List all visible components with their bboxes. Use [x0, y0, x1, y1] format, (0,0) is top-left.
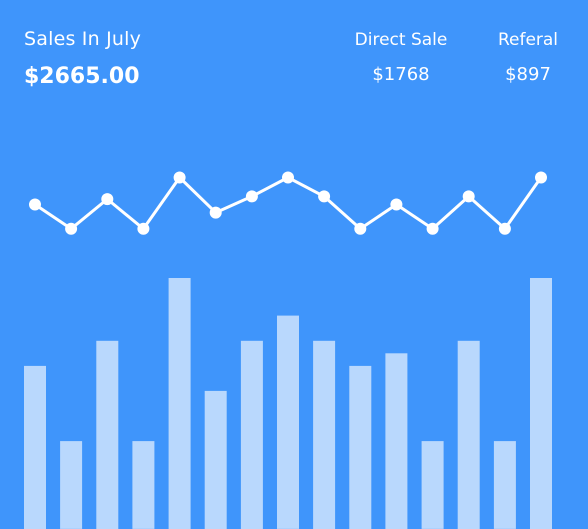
line-point-5: [173, 171, 186, 184]
line-point-7: [245, 190, 258, 203]
line-point-6: [209, 206, 222, 219]
bar-11: [385, 353, 408, 529]
line-point-1: [29, 198, 41, 211]
bar-1: [24, 365, 46, 529]
bar-7: [240, 340, 263, 529]
bar-6: [204, 390, 227, 529]
line-point-9: [318, 190, 331, 203]
bar-14: [493, 441, 516, 529]
bar-8: [277, 315, 299, 529]
line-point-3: [101, 193, 114, 206]
bar-2: [60, 441, 83, 529]
line-point-11: [390, 198, 403, 211]
line-point-8: [282, 171, 294, 184]
bar-5: [168, 278, 191, 529]
line-point-4: [137, 222, 150, 235]
bar-12: [421, 441, 444, 529]
line-point-14: [498, 222, 511, 235]
line-point-15: [535, 171, 547, 184]
line-point-2: [65, 222, 78, 235]
bar-10: [349, 365, 372, 529]
sales-card: Sales In July $2665.00 Direct Sale $1768…: [0, 0, 588, 529]
bar-4: [132, 441, 155, 529]
bar-15: [530, 278, 552, 529]
line-point-12: [426, 222, 439, 235]
line-point-10: [354, 222, 367, 235]
line-point-13: [462, 190, 475, 203]
sales-chart: [24, 171, 552, 529]
bar-9: [313, 340, 336, 529]
bar-13: [457, 340, 480, 529]
bar-3: [96, 340, 119, 529]
